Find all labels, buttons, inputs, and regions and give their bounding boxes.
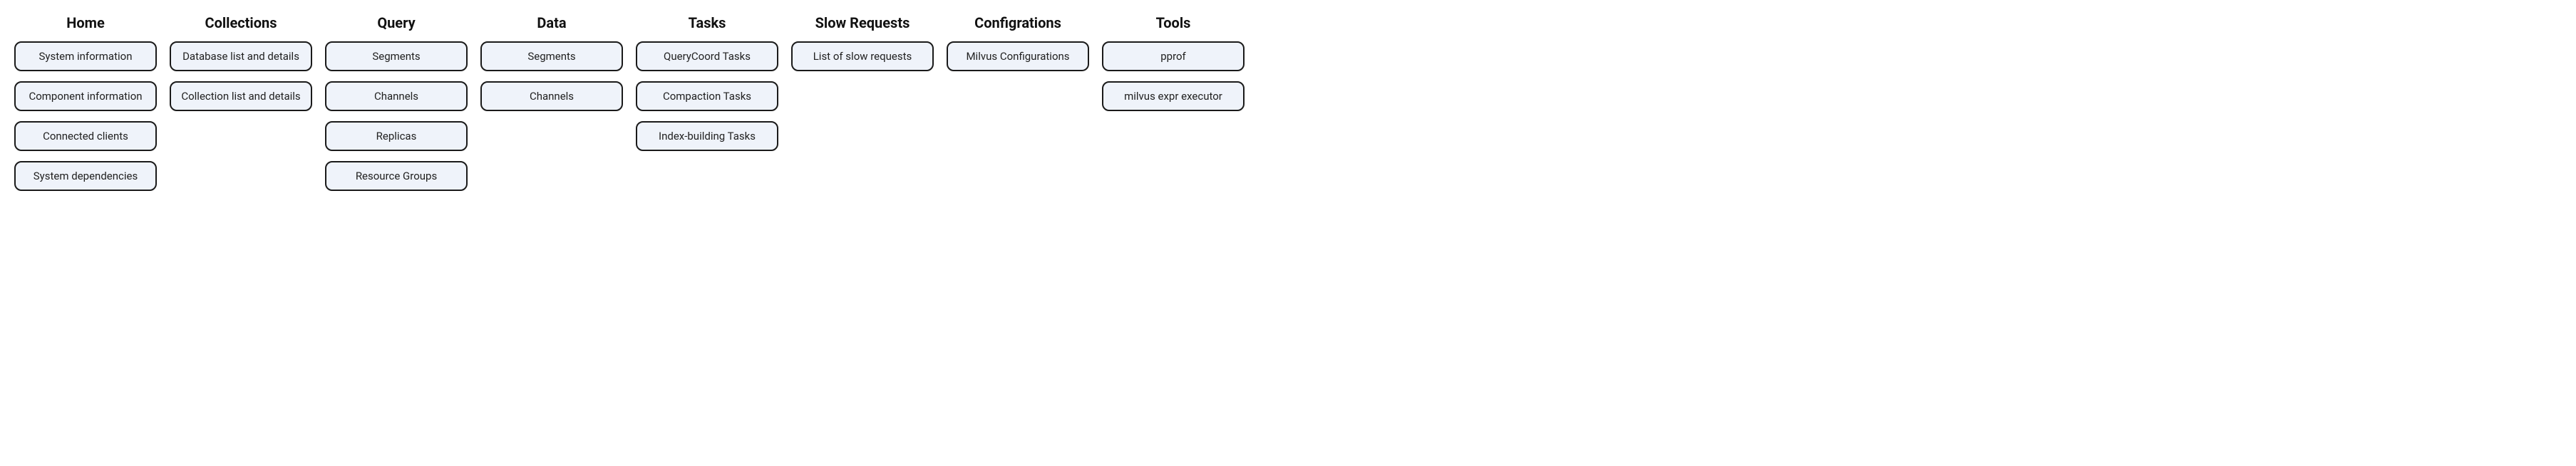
item-replicas[interactable]: Replicas	[325, 121, 468, 151]
item-pprof[interactable]: pprof	[1102, 41, 1245, 71]
column-configrations: Configrations Milvus Configurations	[947, 14, 1089, 71]
item-connected-clients[interactable]: Connected clients	[14, 121, 157, 151]
column-header-tools: Tools	[1156, 14, 1191, 31]
item-component-information[interactable]: Component information	[14, 81, 157, 111]
item-system-dependencies[interactable]: System dependencies	[14, 161, 157, 191]
item-resource-groups[interactable]: Resource Groups	[325, 161, 468, 191]
item-query-segments[interactable]: Segments	[325, 41, 468, 71]
column-home: Home System information Component inform…	[14, 14, 157, 191]
item-milvus-expr-executor[interactable]: milvus expr executor	[1102, 81, 1245, 111]
item-data-segments[interactable]: Segments	[480, 41, 623, 71]
item-compaction-tasks[interactable]: Compaction Tasks	[636, 81, 778, 111]
item-system-information[interactable]: System information	[14, 41, 157, 71]
item-database-list-and-details[interactable]: Database list and details	[170, 41, 312, 71]
column-tools: Tools pprof milvus expr executor	[1102, 14, 1245, 111]
column-header-configrations: Configrations	[974, 14, 1061, 31]
column-header-collections: Collections	[205, 14, 277, 31]
column-collections: Collections Database list and details Co…	[170, 14, 312, 111]
column-header-data: Data	[537, 14, 566, 31]
columns-container: Home System information Component inform…	[14, 14, 2562, 191]
column-slow-requests: Slow Requests List of slow requests	[791, 14, 934, 71]
column-query: Query Segments Channels Replicas Resourc…	[325, 14, 468, 191]
column-header-query: Query	[377, 14, 415, 31]
item-index-building-tasks[interactable]: Index-building Tasks	[636, 121, 778, 151]
column-header-slow-requests: Slow Requests	[815, 14, 910, 31]
item-query-channels[interactable]: Channels	[325, 81, 468, 111]
column-tasks: Tasks QueryCoord Tasks Compaction Tasks …	[636, 14, 778, 151]
item-collection-list-and-details[interactable]: Collection list and details	[170, 81, 312, 111]
item-list-of-slow-requests[interactable]: List of slow requests	[791, 41, 934, 71]
item-data-channels[interactable]: Channels	[480, 81, 623, 111]
column-header-home: Home	[66, 14, 105, 31]
item-milvus-configurations[interactable]: Milvus Configurations	[947, 41, 1089, 71]
column-data: Data Segments Channels	[480, 14, 623, 111]
column-header-tasks: Tasks	[689, 14, 726, 31]
item-querycoord-tasks[interactable]: QueryCoord Tasks	[636, 41, 778, 71]
